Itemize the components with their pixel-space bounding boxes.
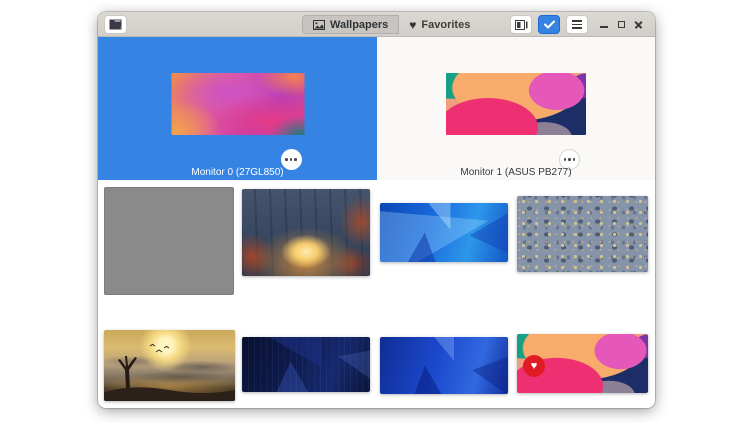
apply-button[interactable] bbox=[538, 15, 560, 34]
folder-open-icon bbox=[109, 19, 122, 30]
wallpaper-thumbnail-autumn-forest-path[interactable] bbox=[242, 189, 370, 276]
monitor-card-1[interactable]: Monitor 1 (ASUS PB277) bbox=[377, 37, 655, 180]
menu-button[interactable] bbox=[566, 15, 588, 34]
check-icon bbox=[544, 20, 555, 29]
tab-favorites[interactable]: ♥ Favorites bbox=[399, 15, 481, 34]
span-displays-icon bbox=[515, 20, 528, 30]
monitor-selection-row: Monitor 0 (27GL850) Monitor 1 (ASUS PB27… bbox=[98, 37, 655, 180]
hamburger-menu-icon bbox=[572, 20, 582, 29]
close-button[interactable] bbox=[630, 12, 646, 37]
maximize-button[interactable] bbox=[613, 12, 629, 37]
wallpaper-thumbnail-sunset-lone-tree[interactable] bbox=[104, 330, 235, 401]
favorite-badge: ♥ bbox=[523, 355, 545, 377]
ellipsis-icon bbox=[564, 158, 567, 161]
wallpaper-manager-window: Wallpapers ♥ Favorites bbox=[98, 12, 655, 408]
maximize-icon bbox=[618, 21, 625, 28]
close-icon bbox=[634, 20, 643, 29]
span-displays-button[interactable] bbox=[510, 15, 532, 34]
open-folder-button[interactable] bbox=[104, 15, 127, 34]
bare-tree-silhouette bbox=[104, 330, 235, 401]
monitor-0-wallpaper-preview bbox=[171, 73, 304, 135]
tab-wallpapers-label: Wallpapers bbox=[330, 19, 388, 31]
heart-icon: ♥ bbox=[409, 18, 416, 32]
image-icon bbox=[313, 20, 325, 30]
tab-favorites-label: Favorites bbox=[421, 19, 470, 31]
headerbar: Wallpapers ♥ Favorites bbox=[98, 12, 655, 37]
wallpaper-thumbnail-aerial-winter-forest[interactable] bbox=[517, 196, 648, 272]
monitor-card-0[interactable]: Monitor 0 (27GL850) bbox=[98, 37, 377, 180]
wallpaper-thumbnail-loading-placeholder[interactable] bbox=[104, 187, 234, 295]
tab-wallpapers[interactable]: Wallpapers bbox=[302, 15, 399, 34]
monitor-1-label: Monitor 1 (ASUS PB277) bbox=[377, 167, 655, 178]
view-switcher: Wallpapers ♥ Favorites bbox=[302, 15, 481, 34]
wallpaper-thumbnail-colorful-abstract-blobs[interactable]: ♥ bbox=[517, 334, 648, 393]
monitor-1-wallpaper-preview bbox=[446, 73, 586, 135]
wallpaper-grid: ♥ bbox=[98, 180, 655, 408]
heart-icon: ♥ bbox=[531, 361, 538, 372]
minimize-icon bbox=[600, 26, 608, 28]
wallpaper-thumbnail-dark-navy-polygon[interactable] bbox=[242, 337, 370, 392]
wallpaper-thumbnail-blue-polygon-abstract[interactable] bbox=[380, 203, 508, 262]
monitor-0-label: Monitor 0 (27GL850) bbox=[98, 167, 377, 178]
wallpaper-thumbnail-royal-blue-polygon[interactable] bbox=[380, 337, 508, 394]
minimize-button[interactable] bbox=[596, 12, 612, 37]
ellipsis-icon bbox=[285, 158, 288, 161]
